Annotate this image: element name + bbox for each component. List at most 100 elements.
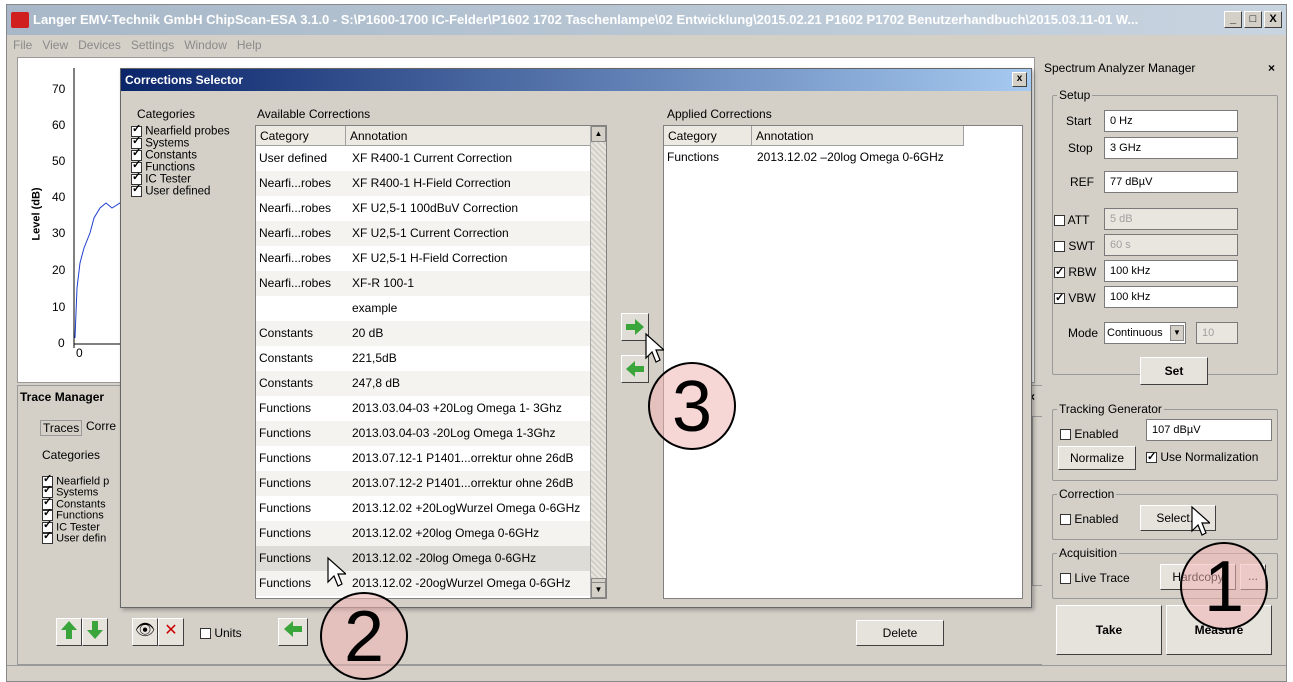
tab-corrections[interactable]: Corre: [86, 419, 116, 433]
row-annotation: 2013.03.04-03 +20Log Omega 1- 3Ghz: [352, 401, 562, 415]
menu-devices[interactable]: Devices: [78, 35, 121, 55]
available-row[interactable]: Functions 2013.07.12-2 P1401...orrektur o…: [256, 471, 592, 496]
row-category: Functions: [259, 426, 312, 440]
scrollbar[interactable]: ▲ ▼: [590, 126, 606, 598]
applied-annotation: 2013.12.02 –20log Omega 0-6GHz: [757, 150, 944, 164]
scroll-down-icon[interactable]: ▼: [591, 582, 606, 598]
take-button[interactable]: Take: [1056, 605, 1162, 655]
col-category[interactable]: Category: [664, 126, 752, 145]
available-row[interactable]: Nearfi...robes XF U2,5-1 Current Correcti…: [256, 221, 592, 246]
menu-view[interactable]: View: [42, 35, 68, 55]
ref-label: REF: [1070, 175, 1094, 189]
available-row[interactable]: Functions 2013.12.02 +20log Omega 0-6GHz: [256, 521, 592, 546]
row-category: Functions: [259, 401, 312, 415]
units-checkbox[interactable]: [200, 628, 211, 640]
mouse-cursor-icon: [327, 556, 346, 587]
applied-category: Functions: [667, 150, 720, 164]
available-row[interactable]: Functions 2013.07.12-1 P1401...orrektur o…: [256, 446, 592, 471]
swt-checkbox[interactable]: [1054, 241, 1065, 253]
available-row[interactable]: Nearfi...robes XF U2,5-1 100dBuV Correcti…: [256, 196, 592, 221]
row-annotation: 221,5dB: [352, 351, 397, 365]
applied-list-header: Category Annotation: [664, 126, 964, 146]
app-logo-icon: [11, 12, 29, 28]
category-label: Functions: [56, 509, 104, 522]
available-row[interactable]: Functions 2013.12.02 -20log Omega 0-6GHz: [256, 546, 592, 571]
category-checkbox[interactable]: [131, 184, 142, 198]
move-down-button[interactable]: [82, 618, 108, 646]
att-checkbox[interactable]: [1054, 215, 1065, 227]
corr-enabled-checkbox[interactable]: [1060, 514, 1071, 526]
callout-3: 3: [648, 362, 736, 450]
applied-corrections-list[interactable]: Category Annotation Functions 2013.12.02…: [663, 125, 1023, 599]
live-trace-checkbox[interactable]: [1060, 573, 1071, 585]
checkbox[interactable]: [42, 531, 53, 545]
available-row[interactable]: Functions 2013.03.04-03 -20Log Omega 1-3G…: [256, 421, 592, 446]
start-input[interactable]: 0 Hz: [1104, 110, 1238, 132]
applied-corrections-label: Applied Corrections: [667, 107, 772, 121]
att-input[interactable]: 5 dB: [1104, 208, 1238, 230]
available-row[interactable]: Constants 20 dB: [256, 321, 592, 346]
move-up-button[interactable]: [56, 618, 82, 646]
sam-close-icon[interactable]: ×: [1268, 61, 1275, 75]
show-trace-button[interactable]: 👁: [132, 618, 158, 646]
rbw-input[interactable]: 100 kHz: [1104, 260, 1238, 282]
menu-help[interactable]: Help: [237, 35, 262, 55]
use-normalization-checkbox[interactable]: [1146, 450, 1157, 464]
row-annotation: 20 dB: [352, 326, 384, 340]
tg-enabled-checkbox[interactable]: [1060, 429, 1071, 441]
close-button[interactable]: X: [1264, 11, 1282, 28]
y-tick: 50: [52, 154, 66, 168]
available-row[interactable]: Constants 247,8 dB: [256, 371, 592, 396]
available-row[interactable]: Nearfi...robes XF U2,5-1 H-Field Correcti…: [256, 246, 592, 271]
vbw-checkbox[interactable]: [1054, 291, 1065, 305]
hide-trace-button[interactable]: ✕: [158, 618, 184, 646]
set-button[interactable]: Set: [1140, 357, 1208, 385]
available-row[interactable]: Functions 2013.12.02 -20ogWurzel Omega 0-…: [256, 571, 592, 596]
maximize-button[interactable]: □: [1244, 11, 1262, 28]
minimize-button[interactable]: _: [1224, 11, 1242, 28]
remove-correction-button[interactable]: [278, 618, 308, 646]
mode-count-input[interactable]: 10: [1196, 322, 1238, 344]
tab-traces[interactable]: Traces: [40, 420, 83, 436]
menu-file[interactable]: File: [13, 35, 32, 55]
normalize-button[interactable]: Normalize: [1058, 446, 1136, 470]
eye-icon: 👁: [134, 622, 156, 639]
acquisition-label: Acquisition: [1057, 546, 1120, 560]
delete-button[interactable]: Delete: [856, 620, 944, 646]
sam-title: Spectrum Analyzer Manager: [1044, 61, 1196, 75]
mode-select[interactable]: Continuous ▼: [1104, 322, 1186, 344]
col-annotation[interactable]: Annotation: [752, 126, 964, 145]
available-row[interactable]: Functions 2013.03.04-03 +20Log Omega 1- 3…: [256, 396, 592, 421]
stop-input[interactable]: 3 GHz: [1104, 137, 1238, 159]
swt-row: SWT: [1054, 239, 1095, 253]
row-annotation: 2013.12.02 +20LogWurzel Omega 0-6GHz: [352, 501, 581, 515]
ref-input[interactable]: 77 dBµV: [1104, 171, 1238, 193]
rbw-checkbox[interactable]: [1054, 265, 1065, 279]
col-category[interactable]: Category: [256, 126, 346, 145]
category-label: Constants: [145, 149, 197, 162]
available-row[interactable]: Constants 221,5dB: [256, 346, 592, 371]
available-row[interactable]: Functions 2013.12.02 +20LogWurzel Omega 0…: [256, 496, 592, 521]
chevron-down-icon[interactable]: ▼: [1170, 325, 1184, 341]
vbw-input[interactable]: 100 kHz: [1104, 286, 1238, 308]
col-annotation[interactable]: Annotation: [346, 126, 592, 145]
menu-window[interactable]: Window: [184, 35, 227, 55]
available-row[interactable]: Nearfi...robes XF R400-1 H-Field Correcti…: [256, 171, 592, 196]
dialog-close-button[interactable]: x: [1012, 72, 1027, 87]
live-trace-row: Live Trace: [1060, 571, 1130, 585]
tg-level-input[interactable]: 107 dBµV: [1146, 419, 1272, 441]
row-category: Functions: [259, 451, 312, 465]
category-label: Functions: [145, 161, 196, 174]
mode-value: Continuous: [1107, 327, 1163, 339]
applied-row[interactable]: Functions 2013.12.02 –20log Omega 0-6GHz: [664, 146, 1022, 168]
available-corrections-list[interactable]: Category Annotation User defined XF R400-…: [255, 125, 607, 599]
x-tick: 0: [76, 346, 83, 360]
row-category: Functions: [259, 476, 312, 490]
available-row[interactable]: Nearfi...robes XF-R 100-1: [256, 271, 592, 296]
menu-settings[interactable]: Settings: [131, 35, 174, 55]
scroll-up-icon[interactable]: ▲: [591, 126, 606, 142]
available-row[interactable]: User defined XF R400-1 Current Correction: [256, 146, 592, 171]
available-row[interactable]: example: [256, 296, 592, 321]
tm-category-list: Nearfield p Systems Constants Functions …: [42, 474, 109, 545]
swt-input[interactable]: 60 s: [1104, 234, 1238, 256]
